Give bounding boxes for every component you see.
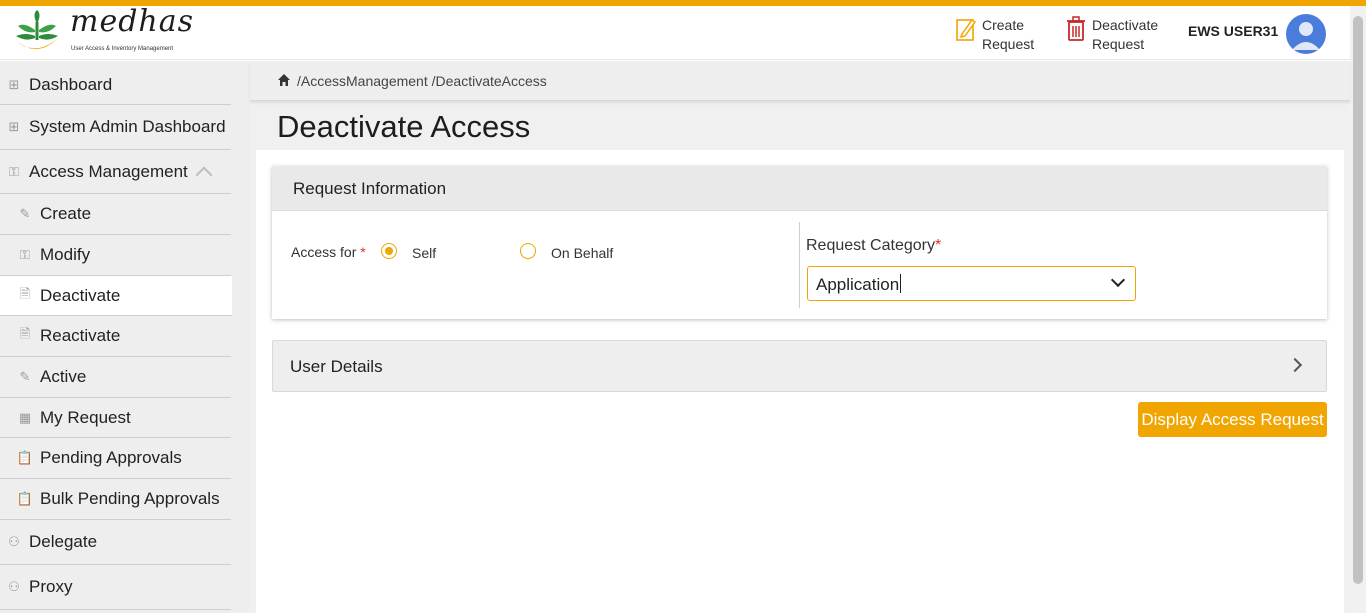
radio-self-label[interactable]: Self <box>412 245 436 261</box>
radio-self[interactable] <box>381 243 397 259</box>
sidebar-item-reactivate[interactable]: 🗎 Reactivate <box>0 316 231 357</box>
sidebar-item-system-admin-dashboard[interactable]: ⊞ System Admin Dashboard <box>0 105 231 150</box>
sidebar-item-label: My Request <box>40 407 131 427</box>
request-category-label: Request Category* <box>806 237 942 254</box>
sidebar-item-label: Create <box>40 204 92 223</box>
sidebar-item-bulk-pending-approvals[interactable]: 📋 Bulk Pending Approvals <box>0 479 231 520</box>
page-title: Deactivate Access <box>277 109 531 144</box>
sidebar-item-label: Pending Approvals <box>40 448 182 467</box>
grid-icon: ⊞ <box>8 76 20 92</box>
sidebar-item-label: Modify <box>40 245 91 264</box>
sidebar-item-access-management[interactable]: ⚿ Access Management <box>0 150 231 194</box>
chevron-right-icon <box>1287 357 1303 373</box>
deactivate-request-button[interactable]: Deactivate Request <box>1066 16 1162 54</box>
brand-logo[interactable]: medhas User Access & Inventory Managemen… <box>10 4 193 58</box>
sidebar-item-my-request[interactable]: ▦ My Request <box>0 398 231 438</box>
sidebar-item-dashboard[interactable]: ⊞ Dashboard <box>0 65 231 105</box>
vertical-divider <box>799 222 800 308</box>
page-scrollbar[interactable] <box>1350 6 1366 613</box>
avatar[interactable] <box>1286 14 1326 54</box>
edit-icon: ✎ <box>19 206 31 221</box>
logo-emblem-icon <box>16 10 58 50</box>
sidebar-item-label: System Admin Dashboard <box>29 117 226 136</box>
sidebar-item-label: Proxy <box>29 577 73 596</box>
edit-icon: ✎ <box>19 369 31 384</box>
create-request-icon <box>956 18 976 41</box>
radio-on-behalf[interactable] <box>520 243 536 259</box>
key-icon: ⚿ <box>9 163 19 179</box>
card-title: Request Information <box>293 179 447 198</box>
grid-icon: ⊞ <box>8 119 20 134</box>
key-icon: ⚿ <box>20 247 30 262</box>
brand-wordmark: medhas <box>70 4 195 39</box>
user-avatar-icon <box>1292 22 1320 50</box>
radio-on-behalf-label[interactable]: On Behalf <box>551 245 613 261</box>
sidebar-item-label: Deactivate <box>40 285 121 305</box>
scrollbar-thumb[interactable] <box>1353 16 1363 584</box>
user-details-title: User Details <box>290 357 383 376</box>
chevron-up-icon[interactable] <box>195 166 213 183</box>
user-details-accordion[interactable]: User Details <box>272 340 1327 392</box>
chevron-down-icon <box>1110 272 1126 288</box>
request-category-select[interactable]: Application <box>807 266 1136 301</box>
access-for-label: Access for * <box>291 244 366 260</box>
sidebar-item-label: Delegate <box>29 532 98 551</box>
brand-subtitle: User Access & Inventory Management <box>71 46 174 52</box>
sidebar-item-pending-approvals[interactable]: 📋 Pending Approvals <box>0 438 231 479</box>
required-mark: * <box>934 237 942 254</box>
clipboard-icon: 📋 <box>16 491 34 506</box>
create-request-button[interactable]: Create Request <box>956 16 1052 54</box>
document-icon: 🗎 <box>19 285 31 301</box>
sidebar-item-label: Active <box>40 367 87 386</box>
card-header: Request Information <box>272 166 1327 211</box>
sidebar-item-active[interactable]: ✎ Active <box>0 357 231 398</box>
request-category-value: Application <box>816 275 900 294</box>
home-icon[interactable] <box>277 73 291 87</box>
sidebar-item-modify[interactable]: ⚿ Modify <box>0 235 231 276</box>
table-icon: ▦ <box>18 409 32 425</box>
display-access-request-button[interactable]: Display Access Request <box>1138 402 1327 437</box>
sidebar-item-create[interactable]: ✎ Create <box>0 194 231 235</box>
sidebar-item-label: Dashboard <box>29 74 113 94</box>
clipboard-icon: 📋 <box>16 450 34 465</box>
create-request-label: Create Request <box>982 17 1035 52</box>
sidebar-item-proxy[interactable]: ⚇ Proxy <box>0 565 231 610</box>
trash-icon <box>1067 16 1085 41</box>
top-header: medhas User Access & Inventory Managemen… <box>0 4 1350 60</box>
deactivate-request-label: Deactivate Request <box>1092 17 1159 52</box>
user-name[interactable]: EWS USER31 <box>1188 23 1278 39</box>
people-icon: ⚇ <box>8 534 20 549</box>
breadcrumb[interactable]: /AccessManagement /DeactivateAccess <box>297 73 547 89</box>
people-icon: ⚇ <box>8 579 20 594</box>
sidebar-item-label: Bulk Pending Approvals <box>40 489 220 508</box>
sidebar-item-deactivate[interactable]: 🗎 Deactivate <box>0 276 232 316</box>
document-icon: 🗎 <box>19 326 31 341</box>
sidebar-item-label: Access Management <box>29 161 188 181</box>
required-mark: * <box>360 244 366 260</box>
sidebar-item-delegate[interactable]: ⚇ Delegate <box>0 520 231 565</box>
sidebar-item-label: Reactivate <box>40 326 121 345</box>
sidebar: ⊞ Dashboard ⊞ System Admin Dashboard ⚿ A… <box>0 61 250 613</box>
